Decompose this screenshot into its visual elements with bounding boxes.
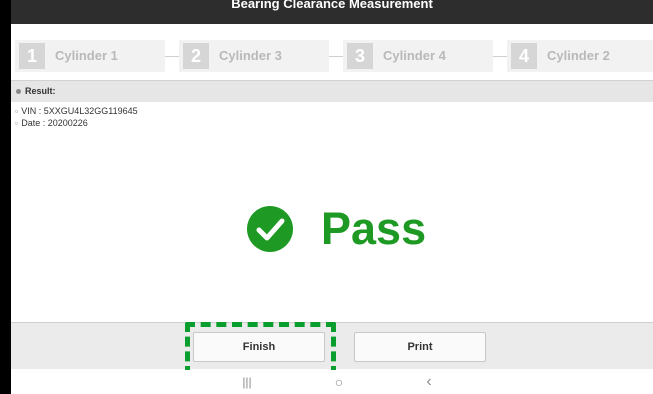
bullet-icon: [16, 89, 21, 94]
home-icon[interactable]: ○: [329, 373, 349, 391]
android-nav-bar: ||| ○ ‹: [11, 370, 653, 394]
step-progress: 1 Cylinder 1 2 Cylinder 3 3 Cylinder 4 4…: [11, 30, 653, 78]
result-heading: Result:: [25, 86, 56, 96]
page-title: Bearing Clearance Measurement: [231, 0, 433, 11]
step-number: 4: [511, 43, 537, 69]
bullet-icon: ▫: [15, 118, 19, 128]
result-details: ▫ VIN : 5XXGU4L32GG119645 ▫ Date : 2020022…: [15, 105, 138, 129]
step-3: 3 Cylinder 4: [343, 40, 507, 72]
bottom-toolbar: [11, 322, 653, 369]
step-1: 1 Cylinder 1: [15, 40, 179, 72]
step-number: 3: [347, 43, 373, 69]
step-label: Cylinder 4: [383, 48, 446, 63]
date-row: ▫ Date : 20200226: [15, 117, 138, 129]
pass-text: Pass: [321, 203, 427, 254]
finish-button[interactable]: Finish: [193, 332, 325, 362]
bullet-icon: ▫: [15, 106, 19, 116]
step-connector: [493, 56, 507, 57]
back-icon[interactable]: ‹: [419, 373, 439, 391]
vin-row: ▫ VIN : 5XXGU4L32GG119645: [15, 105, 138, 117]
step-number: 1: [19, 43, 45, 69]
print-button[interactable]: Print: [354, 332, 486, 362]
step-label: Cylinder 3: [219, 48, 282, 63]
app-screen: Bearing Clearance Measurement 1 Cylinder…: [11, 0, 653, 394]
step-4: 4 Cylinder 2: [507, 40, 653, 72]
check-circle-icon: [247, 206, 293, 252]
step-2: 2 Cylinder 3: [179, 40, 343, 72]
step-label: Cylinder 1: [55, 48, 118, 63]
vin-text: VIN : 5XXGU4L32GG119645: [21, 106, 138, 116]
title-bar: Bearing Clearance Measurement: [11, 0, 653, 24]
result-header: Result:: [11, 80, 653, 102]
step-connector: [165, 56, 179, 57]
step-label: Cylinder 2: [547, 48, 610, 63]
step-number: 2: [183, 43, 209, 69]
recents-icon[interactable]: |||: [237, 373, 257, 391]
step-connector: [329, 56, 343, 57]
date-text: Date : 20200226: [21, 118, 88, 128]
pass-status: Pass: [247, 200, 467, 260]
